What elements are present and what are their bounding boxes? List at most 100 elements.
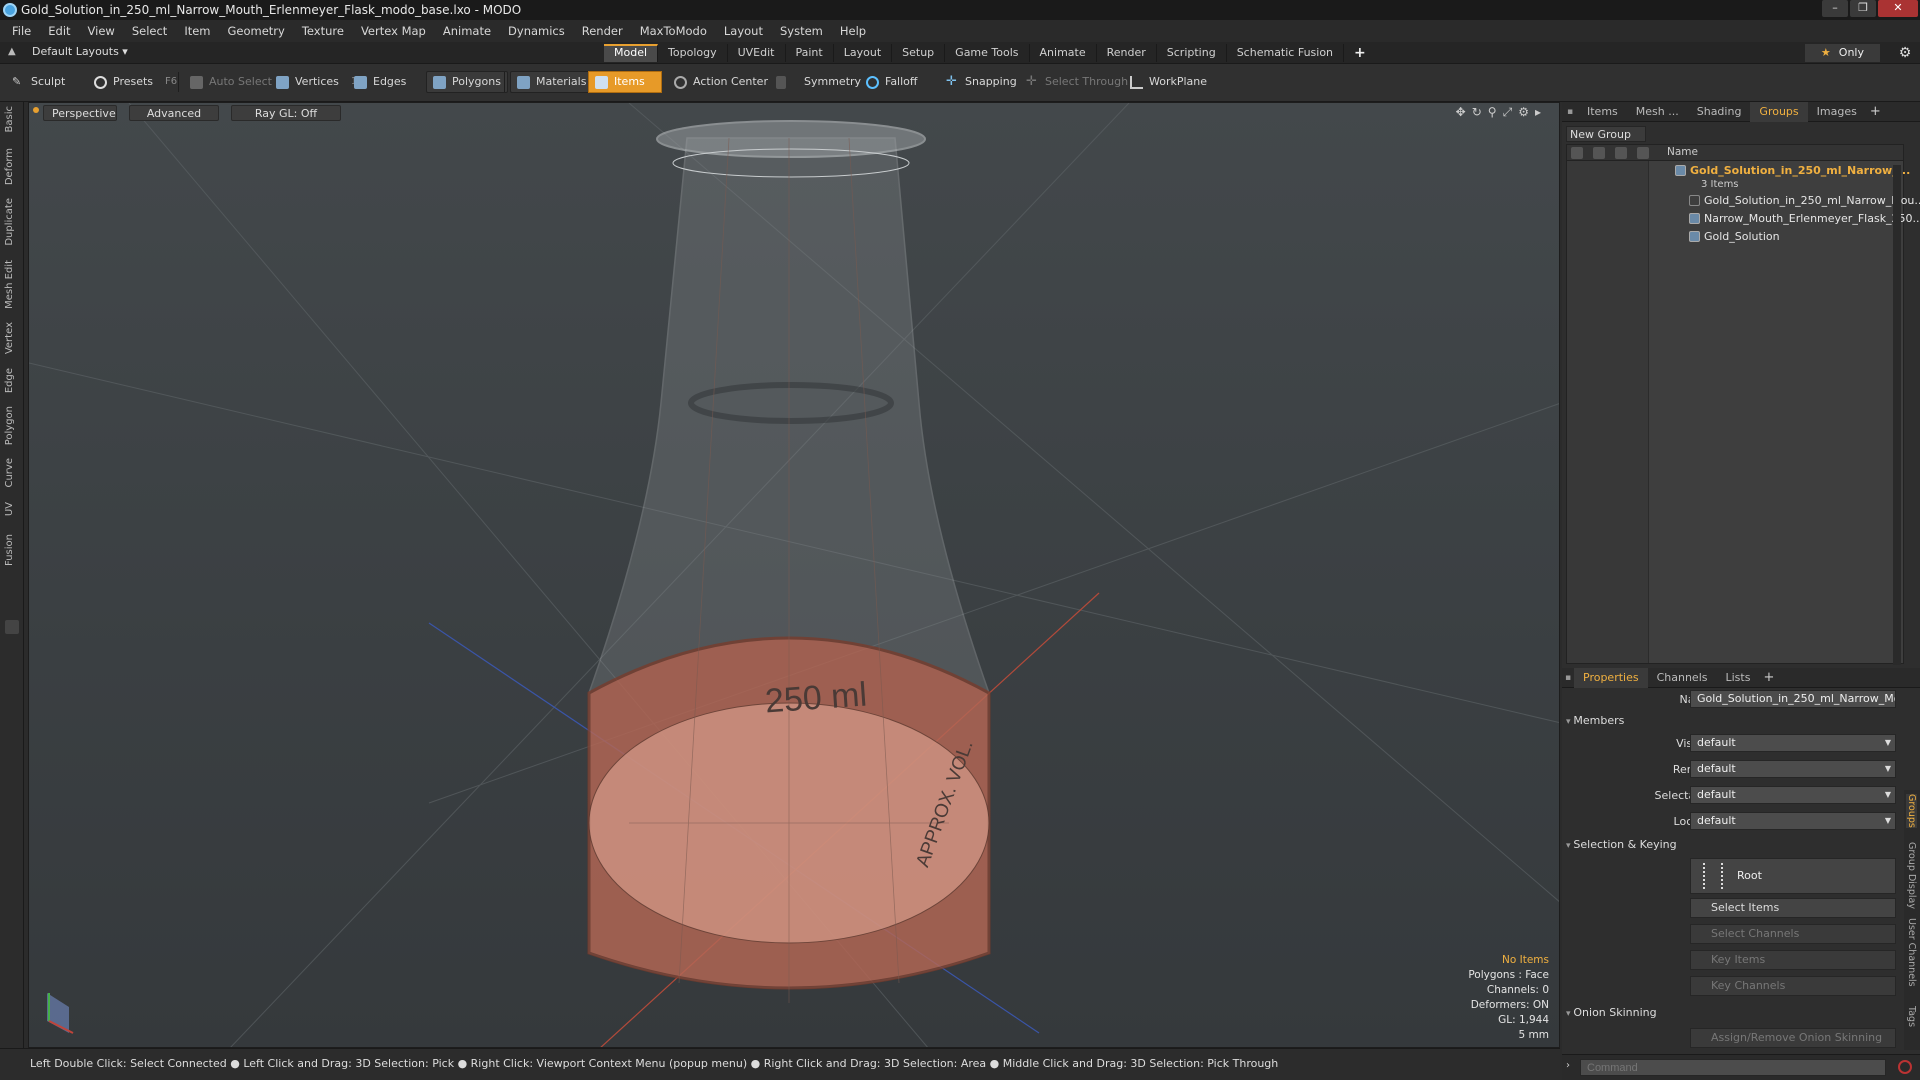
zoom-icon[interactable]: ⚲	[1488, 105, 1497, 120]
advanced-button[interactable]: Advanced	[129, 105, 219, 121]
menu-geometry[interactable]: Geometry	[228, 24, 285, 38]
close-button[interactable]: ✕	[1878, 0, 1918, 17]
assign-onion-skinning-button[interactable]: Assign/Remove Onion Skinning	[1690, 1028, 1896, 1048]
tab-fusion[interactable]: Fusion	[4, 534, 15, 566]
menu-view[interactable]: View	[88, 24, 115, 38]
tab-deform[interactable]: Deform	[4, 148, 15, 185]
tab-curve[interactable]: Curve	[4, 458, 15, 488]
members-section[interactable]: Members	[1566, 714, 1624, 727]
presets-button[interactable]: Presets F6	[88, 71, 183, 93]
raygl-button[interactable]: Ray GL: Off	[231, 105, 341, 121]
new-group-button[interactable]: New Group	[1566, 126, 1646, 142]
visibility-column-icon[interactable]	[1571, 147, 1583, 159]
tab-topology[interactable]: Topology	[658, 44, 728, 62]
menu-vertex-map[interactable]: Vertex Map	[361, 24, 426, 38]
rotate-icon[interactable]: ↻	[1472, 105, 1482, 120]
menu-layout[interactable]: Layout	[724, 24, 763, 38]
action-center-button[interactable]: Action Center	[668, 71, 774, 93]
tree-item-group-locator[interactable]: Gold_Solution_in_250_ml_Narrow_Mou...	[1689, 193, 1920, 209]
locked-select[interactable]: default ▼	[1690, 812, 1896, 830]
lock-column-icon[interactable]	[1615, 147, 1627, 159]
pan-icon[interactable]: ✥	[1456, 105, 1466, 120]
select-column-icon[interactable]	[1637, 147, 1649, 159]
menu-maxtomodo[interactable]: MaxToModo	[640, 24, 707, 38]
tab-items[interactable]: Items	[1578, 102, 1627, 122]
gear-icon[interactable]: ⚙	[1896, 44, 1914, 62]
only-button[interactable]: ★ Only	[1804, 44, 1880, 62]
selection-keying-section[interactable]: Selection & Keying	[1566, 838, 1676, 851]
onion-skinning-section[interactable]: Onion Skinning	[1566, 1006, 1656, 1019]
tab-vertex[interactable]: Vertex	[4, 322, 15, 354]
menu-render[interactable]: Render	[582, 24, 623, 38]
panel-menu-icon[interactable]: ▪	[1562, 107, 1578, 117]
tab-images[interactable]: Images	[1808, 102, 1866, 122]
falloff-button[interactable]: Falloff	[860, 71, 923, 93]
maximize-viewport-icon[interactable]: ⤢	[1503, 105, 1513, 120]
tree-item-gold-solution[interactable]: Gold_Solution	[1689, 229, 1780, 245]
minimize-button[interactable]: –	[1822, 0, 1848, 17]
select-items-button[interactable]: Select Items	[1690, 898, 1896, 918]
items-button[interactable]: Items	[588, 71, 662, 93]
menu-item[interactable]: Item	[184, 24, 210, 38]
add-panel-tab-button[interactable]: +	[1866, 102, 1885, 122]
stop-icon[interactable]	[1898, 1060, 1912, 1074]
tab-mesh-edit[interactable]: Mesh Edit	[4, 260, 15, 309]
tab-uv[interactable]: UV	[4, 502, 15, 516]
sculpt-button[interactable]: ✎ Sculpt	[6, 71, 71, 93]
select-channels-button[interactable]: Select Channels	[1690, 924, 1896, 944]
tree-item-flask-mesh[interactable]: Narrow_Mouth_Erlenmeyer_Flask_250...	[1689, 211, 1920, 227]
menu-texture[interactable]: Texture	[302, 24, 344, 38]
3d-viewport[interactable]: 250 ml APPROX. VOL. Perspective Advanced…	[28, 102, 1560, 1048]
render-column-icon[interactable]	[1593, 147, 1605, 159]
perspective-button[interactable]: Perspective	[43, 105, 117, 121]
side-tab-tags[interactable]: Tags	[1906, 1006, 1917, 1027]
menu-edit[interactable]: Edit	[48, 24, 70, 38]
root-button[interactable]: Root	[1690, 858, 1896, 894]
tab-edge[interactable]: Edge	[4, 368, 15, 393]
tab-shading[interactable]: Shading	[1688, 102, 1751, 122]
tab-scripting[interactable]: Scripting	[1157, 44, 1227, 62]
viewport-expand-icon[interactable]: ▸	[1535, 105, 1541, 120]
menu-select[interactable]: Select	[132, 24, 167, 38]
side-tab-user-channels[interactable]: User Channels	[1906, 918, 1917, 987]
tab-model[interactable]: Model	[604, 44, 659, 62]
maximize-button[interactable]: ❐	[1850, 0, 1876, 17]
menu-dynamics[interactable]: Dynamics	[508, 24, 565, 38]
menu-animate[interactable]: Animate	[443, 24, 491, 38]
command-arrow-icon[interactable]: ›	[1566, 1060, 1570, 1071]
materials-button[interactable]: Materials	[510, 71, 594, 93]
viewport-settings-icon[interactable]: ⚙	[1518, 105, 1529, 120]
tree-scrollbar[interactable]	[1893, 165, 1901, 665]
workplane-button[interactable]: WorkPlane	[1124, 71, 1213, 93]
render-select[interactable]: default ▼	[1690, 760, 1896, 778]
panel-toggle-icon[interactable]	[5, 620, 19, 634]
tab-polygon[interactable]: Polygon	[4, 406, 15, 445]
polygons-button[interactable]: Polygons	[426, 71, 508, 93]
side-tab-group-display[interactable]: Group Display	[1906, 842, 1917, 909]
tab-paint[interactable]: Paint	[786, 44, 834, 62]
tab-setup[interactable]: Setup	[892, 44, 946, 62]
snapping-button[interactable]: ✛ Snapping	[940, 71, 1023, 93]
layout-collapse-icon[interactable]: ▲	[8, 46, 18, 57]
side-tab-groups[interactable]: Groups	[1906, 794, 1917, 828]
tab-uvedit[interactable]: UVEdit	[728, 44, 786, 62]
key-channels-button[interactable]: Key Channels	[1690, 976, 1896, 996]
key-items-button[interactable]: Key Items	[1690, 950, 1896, 970]
menu-help[interactable]: Help	[840, 24, 866, 38]
tab-basic[interactable]: Basic	[4, 106, 15, 132]
tab-layout[interactable]: Layout	[834, 44, 893, 62]
tab-groups[interactable]: Groups	[1750, 101, 1808, 122]
menu-system[interactable]: System	[780, 24, 823, 38]
tab-schematic-fusion[interactable]: Schematic Fusion	[1227, 44, 1345, 62]
command-input[interactable]	[1580, 1059, 1886, 1076]
viewport-menu-icon[interactable]	[33, 107, 39, 113]
select-through-button[interactable]: ✛ Select Through	[1020, 71, 1134, 93]
symmetry-button[interactable]: Symmetry	[770, 71, 867, 93]
default-layouts-dropdown[interactable]: ▲ Default Layouts ▾	[8, 45, 128, 58]
tab-render[interactable]: Render	[1097, 44, 1157, 62]
tab-duplicate[interactable]: Duplicate	[4, 198, 15, 246]
group-name-field[interactable]: Gold_Solution_in_250_ml_Narrow_Mout	[1690, 690, 1896, 708]
selectable-select[interactable]: default ▼	[1690, 786, 1896, 804]
tab-animate[interactable]: Animate	[1030, 44, 1097, 62]
tab-game-tools[interactable]: Game Tools	[945, 44, 1030, 62]
